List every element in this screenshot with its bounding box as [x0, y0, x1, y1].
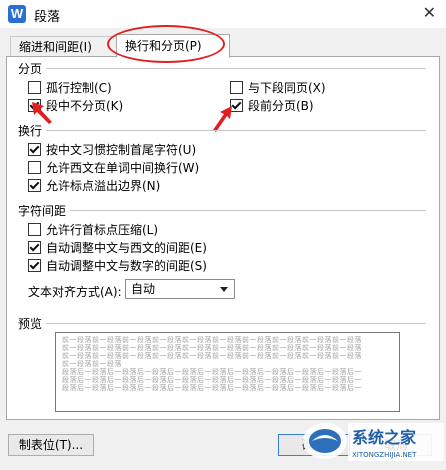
- auto-space-cjk-latin-checkbox[interactable]: 自动调整中文与西文的间距(E): [28, 239, 207, 256]
- watermark-logo-icon: 系统之家 XITONGZHIJIA.NET: [303, 423, 444, 461]
- checkbox-box: [230, 81, 243, 94]
- preview-group-title: 预览: [18, 317, 43, 331]
- line-break-group-title: 换行: [18, 124, 43, 138]
- option-label: 按中文习惯控制首尾字符(U): [46, 143, 197, 157]
- divider: [70, 210, 426, 211]
- close-icon[interactable]: ✕: [423, 3, 436, 22]
- checkbox-box: [28, 81, 41, 94]
- option-label: 段前分页(B): [248, 99, 314, 113]
- western-word-wrap-checkbox[interactable]: 允许西文在单词中间换行(W): [28, 159, 199, 176]
- watermark-url: XITONGZHIJIA.NET: [352, 451, 417, 459]
- tabs-button[interactable]: 制表位(T)...: [8, 434, 94, 456]
- char-spacing-group-title: 字符间距: [18, 204, 67, 218]
- divider: [46, 68, 426, 69]
- hanging-punctuation-checkbox[interactable]: 允许标点溢出边界(N): [28, 177, 160, 194]
- title-bar: W 段落 ✕: [0, 0, 446, 28]
- preview-line: 前一段落前一段落前一段落前一段落前一段落前一段落前一段落前一段落前一段落前一段落: [62, 352, 362, 360]
- checkbox-box: [28, 241, 41, 254]
- option-label: 段中不分页(K): [46, 99, 124, 113]
- option-label: 允许标点溢出边界(N): [46, 179, 161, 193]
- checkbox-box: [28, 143, 41, 156]
- preview-line: 段落后一段落后一段落后一段落后一段落后一段落后一段落后一段落后一段落后一段落后一: [62, 384, 362, 392]
- option-label: 允许行首标点压缩(L): [46, 223, 159, 237]
- preview-line: 前一段落前一段落: [62, 360, 122, 368]
- option-label: 允许西文在单词中间换行(W): [46, 161, 200, 175]
- widow-control-checkbox[interactable]: 孤行控制(C): [28, 79, 112, 96]
- text-alignment-label: 文本对齐方式(A):: [28, 285, 122, 299]
- option-label: 自动调整中文与数字的间距(S): [46, 259, 207, 273]
- wps-app-icon: W: [8, 5, 26, 23]
- highlight-ellipse: [107, 25, 225, 63]
- option-label: 自动调整中文与西文的间距(E): [46, 241, 207, 255]
- preview-line: 前一段落前一段落前一段落前一段落前一段落前一段落前一段落前一段落前一段落前一段落: [62, 336, 362, 344]
- divider: [46, 323, 426, 324]
- divider: [46, 130, 426, 131]
- auto-space-cjk-digit-checkbox[interactable]: 自动调整中文与数字的间距(S): [28, 257, 207, 274]
- window-title: 段落: [34, 10, 61, 25]
- pagination-group-title: 分页: [18, 62, 43, 76]
- option-label: 与下段同页(X): [248, 81, 326, 95]
- option-label: 孤行控制(C): [46, 81, 112, 95]
- preview-line: 前一段落前一段落前一段落前一段落前一段落前一段落前一段落前一段落前一段落前一段落: [62, 344, 362, 352]
- watermark: 系统之家 XITONGZHIJIA.NET: [300, 415, 446, 467]
- watermark-name: 系统之家: [352, 428, 417, 447]
- checkbox-box: [28, 179, 41, 192]
- chinese-first-last-char-checkbox[interactable]: 按中文习惯控制首尾字符(U): [28, 141, 196, 158]
- preview-line: 段落后一段落后一段落后一段落后一段落后一段落后一段落后一段落后一段落后一段落后一: [62, 376, 362, 384]
- keep-with-next-checkbox[interactable]: 与下段同页(X): [230, 79, 326, 96]
- compress-leading-punctuation-checkbox[interactable]: 允许行首标点压缩(L): [28, 221, 158, 238]
- checkbox-box: [28, 259, 41, 272]
- preview-line: 段落后一段落后一段落后一段落后一段落后一段落后一段落后一段落后一段落后一段落后一: [62, 368, 362, 376]
- text-alignment-select[interactable]: 自动: [125, 279, 235, 299]
- page-break-before-checkbox[interactable]: 段前分页(B): [230, 97, 314, 114]
- select-value: 自动: [131, 282, 156, 296]
- preview-box: 前一段落前一段落前一段落前一段落前一段落前一段落前一段落前一段落前一段落前一段落…: [55, 332, 400, 412]
- checkbox-box: [28, 161, 41, 174]
- chevron-down-icon: [220, 287, 228, 292]
- checkbox-box: [28, 223, 41, 236]
